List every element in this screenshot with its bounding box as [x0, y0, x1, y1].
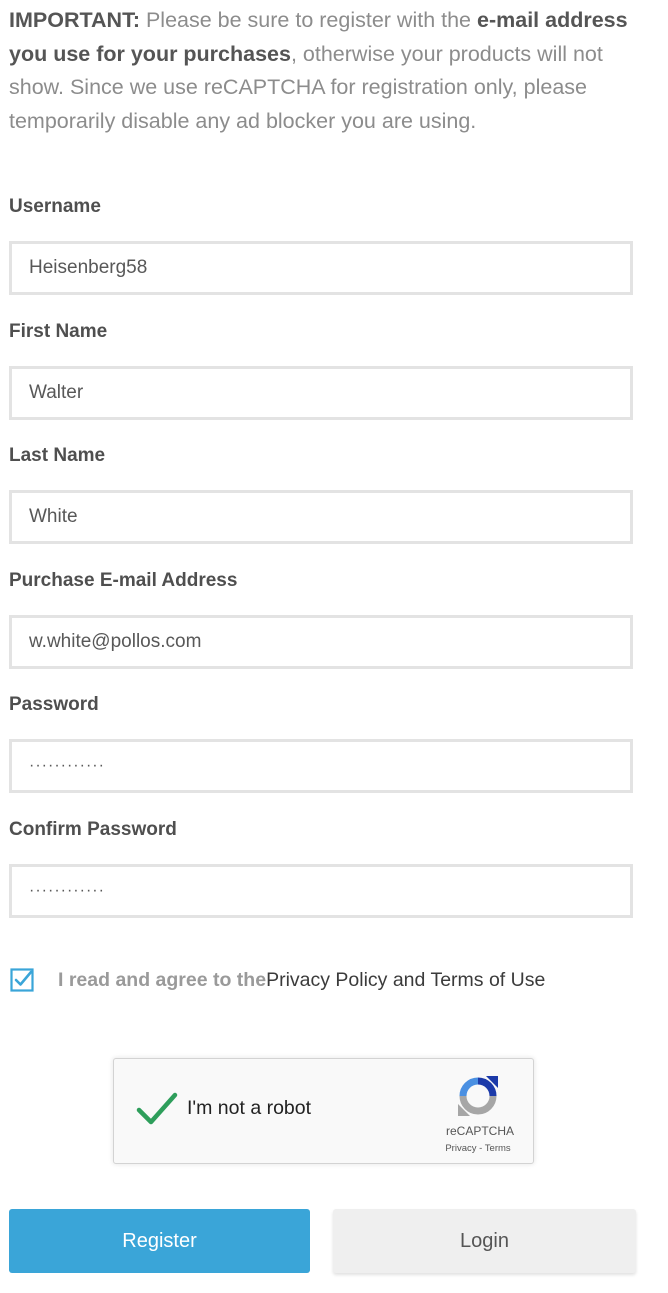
login-button[interactable]: Login [333, 1209, 636, 1273]
privacy-terms-link[interactable]: Privacy Policy and Terms of Use [266, 969, 545, 992]
recaptcha-widget: I'm not a robot reCAPTCHA Privacy - Term… [113, 1058, 534, 1164]
recaptcha-checkmark-icon[interactable] [136, 1091, 178, 1127]
last-name-input[interactable] [9, 490, 633, 544]
password-input[interactable] [9, 739, 633, 793]
notice-important: IMPORTANT: [9, 8, 140, 32]
first-name-label: First Name [9, 321, 108, 342]
agreement-text: I read and agree to the [58, 968, 267, 991]
recaptcha-privacy-link[interactable]: Privacy [445, 1143, 476, 1154]
agreement-checkbox[interactable] [10, 968, 34, 992]
last-name-label: Last Name [9, 445, 106, 466]
username-input[interactable] [9, 241, 633, 295]
notice-text-1: Please be sure to register with the [139, 8, 477, 32]
registration-notice: IMPORTANT: Please be sure to register wi… [9, 4, 649, 138]
confirm-password-input[interactable] [9, 864, 633, 918]
recaptcha-label: I'm not a robot [187, 1097, 312, 1119]
first-name-input[interactable] [9, 366, 633, 420]
email-input[interactable] [9, 615, 633, 669]
confirm-password-label: Confirm Password [9, 819, 177, 840]
recaptcha-links-separator: - [476, 1143, 485, 1154]
username-label: Username [9, 196, 101, 217]
recaptcha-brand: reCAPTCHA [445, 1124, 514, 1138]
agreement-row: I read and agree to the Privacy Policy a… [10, 964, 650, 996]
recaptcha-logo-icon [458, 1076, 498, 1116]
recaptcha-terms-link[interactable]: Terms [485, 1143, 511, 1154]
password-label: Password [9, 694, 99, 715]
recaptcha-links: Privacy - Terms [432, 1143, 524, 1154]
email-label: Purchase E-mail Address [9, 570, 238, 591]
register-button[interactable]: Register [9, 1209, 310, 1273]
